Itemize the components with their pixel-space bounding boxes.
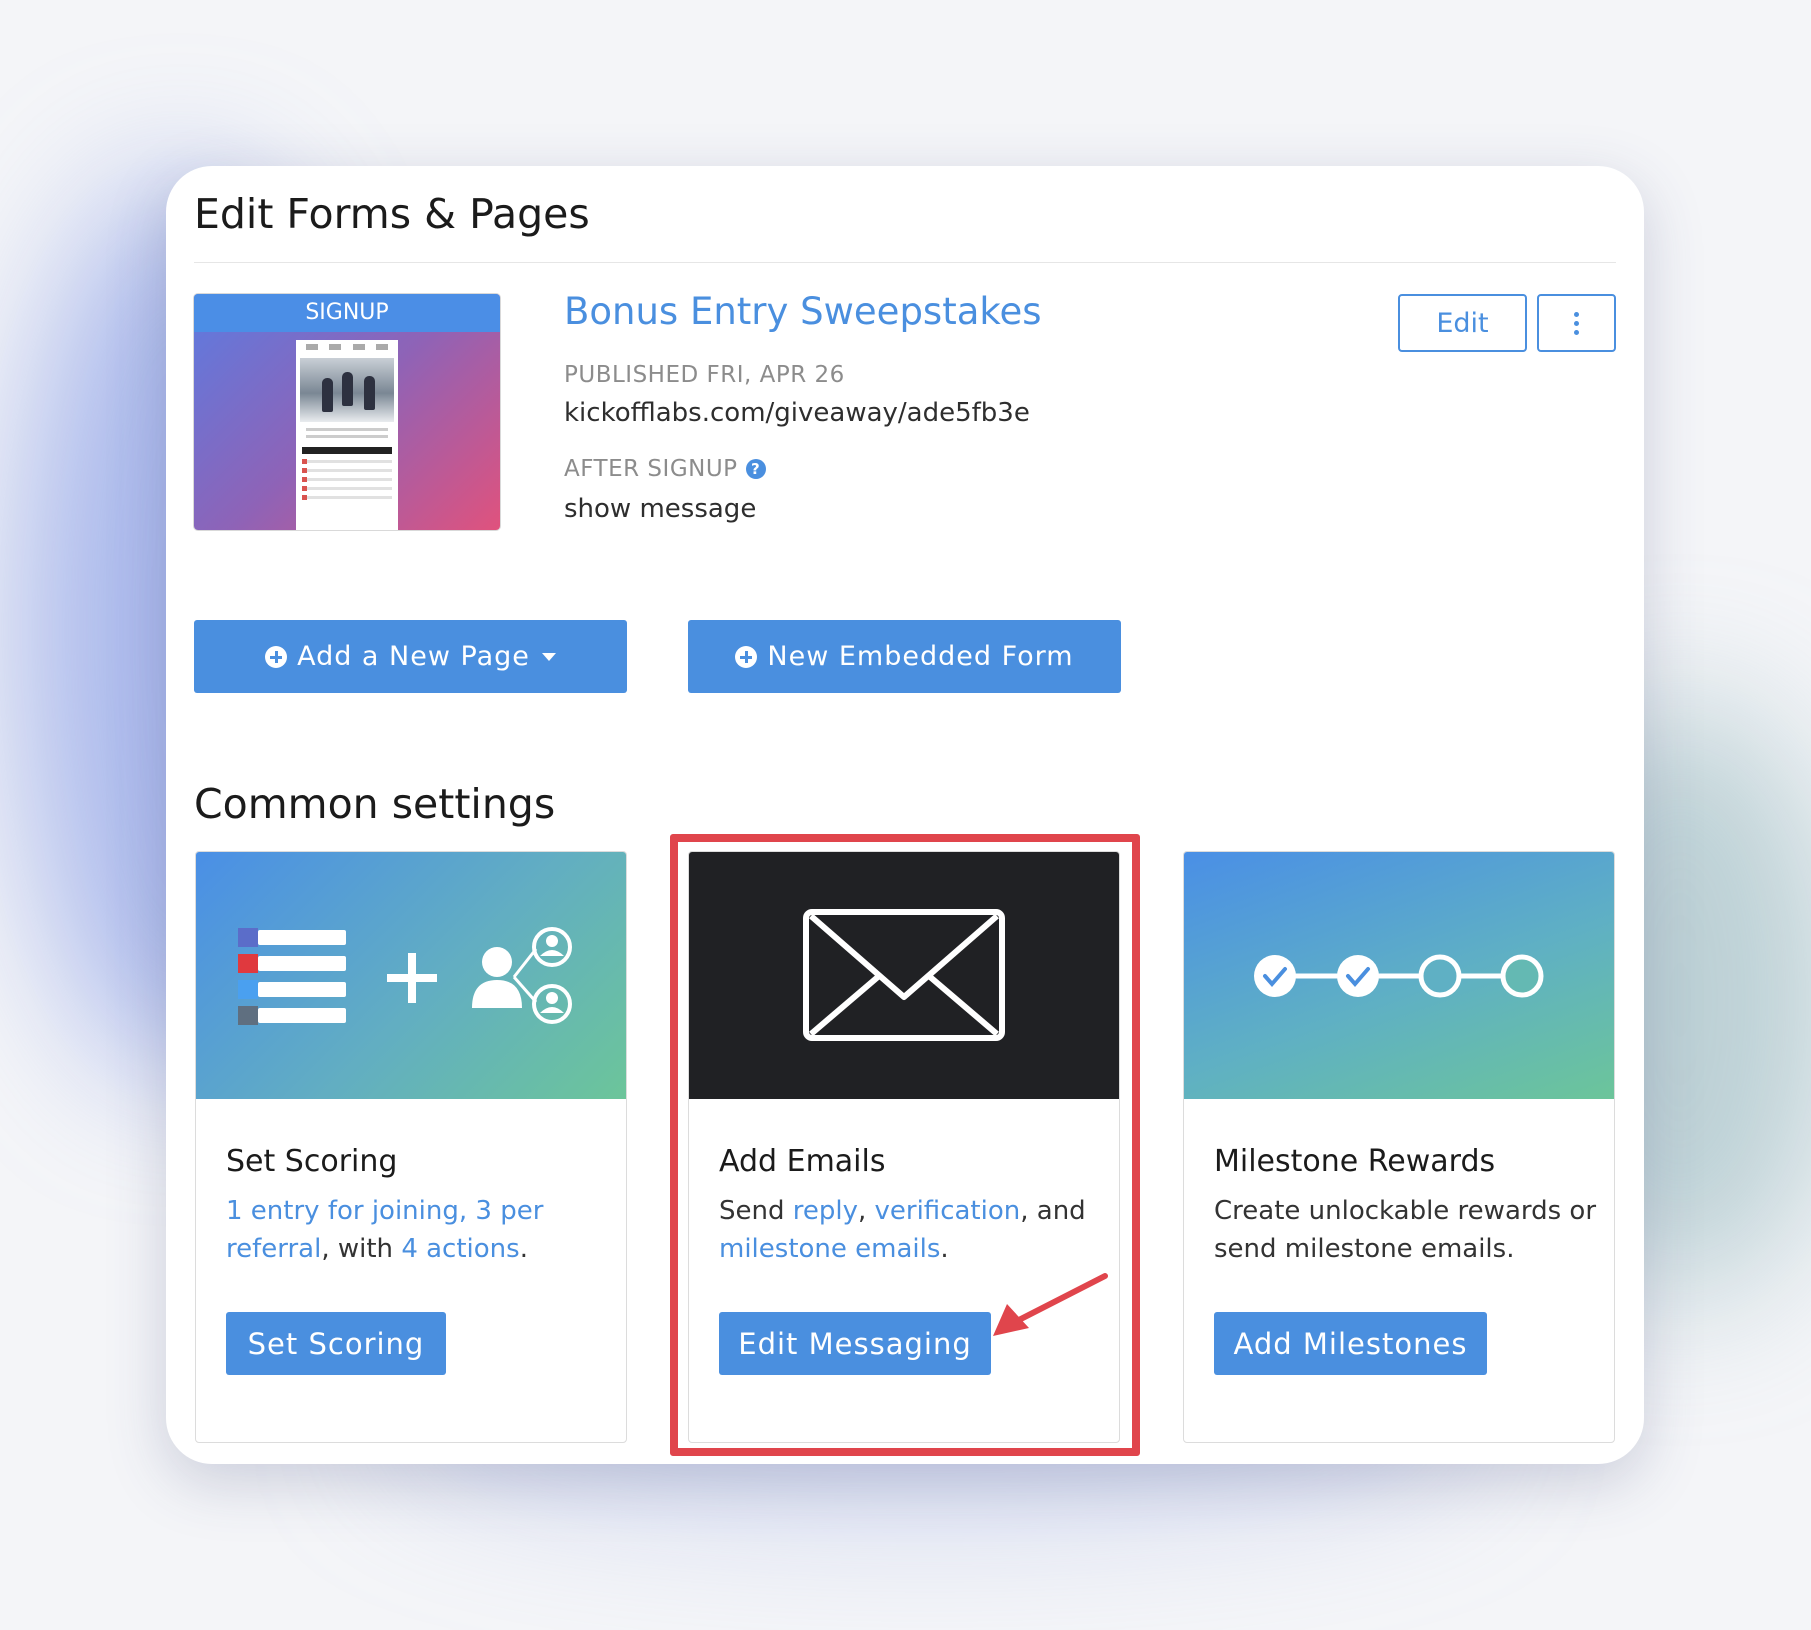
add-milestones-button[interactable]: Add Milestones <box>1214 1312 1487 1375</box>
scoring-banner <box>196 852 626 1099</box>
page-title: Edit Forms & Pages <box>194 190 590 238</box>
plus-circle-icon <box>265 645 288 668</box>
plus-circle-icon <box>735 645 758 668</box>
vertical-ellipsis-icon <box>1574 311 1579 335</box>
thumbnail-label: SIGNUP <box>194 294 500 332</box>
published-label: PUBLISHED FRI, APR 26 <box>564 362 845 388</box>
after-signup-value: show message <box>564 494 757 524</box>
page-thumbnail[interactable]: SIGNUP <box>194 294 500 530</box>
program-title-link[interactable]: Bonus Entry Sweepstakes <box>564 290 1042 333</box>
after-signup-label: AFTER SIGNUP <box>564 456 738 482</box>
divider <box>194 262 1616 263</box>
more-options-button[interactable] <box>1537 294 1616 352</box>
thumbnail-preview <box>296 340 398 530</box>
thumbnail-photo <box>300 358 394 422</box>
common-settings-title: Common settings <box>194 780 556 828</box>
add-new-page-label: Add a New Page <box>297 641 530 672</box>
question-circle-icon[interactable]: ? <box>745 459 766 479</box>
add-new-page-button[interactable]: Add a New Page <box>194 620 627 693</box>
tile-description: 1 entry for joining, 3 per referral, wit… <box>226 1192 611 1268</box>
desc-text: , with <box>321 1234 402 1264</box>
after-signup-label-row: AFTER SIGNUP? <box>564 456 766 482</box>
new-embedded-form-label: New Embedded Form <box>767 641 1074 672</box>
edit-button[interactable]: Edit <box>1398 294 1527 352</box>
milestones-banner <box>1184 852 1614 1099</box>
milestone-rewards-card: Milestone Rewards Create unlockable rewa… <box>1183 851 1615 1443</box>
highlight-box <box>670 834 1140 1456</box>
program-url: kickofflabs.com/giveaway/ade5fb3e <box>564 398 1030 428</box>
red-arrow-icon <box>993 1273 1108 1336</box>
tile-title: Milestone Rewards <box>1214 1144 1496 1179</box>
scoring-list-plus-referral-icon <box>238 927 572 1025</box>
actions-link[interactable]: 4 actions <box>401 1234 519 1264</box>
set-scoring-button[interactable]: Set Scoring <box>226 1312 446 1375</box>
new-embedded-form-button[interactable]: New Embedded Form <box>688 620 1121 693</box>
tile-description: Create unlockable rewards or send milest… <box>1214 1196 1597 1264</box>
desc-text: . <box>519 1234 528 1264</box>
set-scoring-card: Set Scoring 1 entry for joining, 3 per r… <box>195 851 627 1443</box>
milestone-progress-icon <box>1254 954 1544 998</box>
caret-down-icon <box>541 652 556 661</box>
tile-title: Set Scoring <box>226 1144 398 1179</box>
